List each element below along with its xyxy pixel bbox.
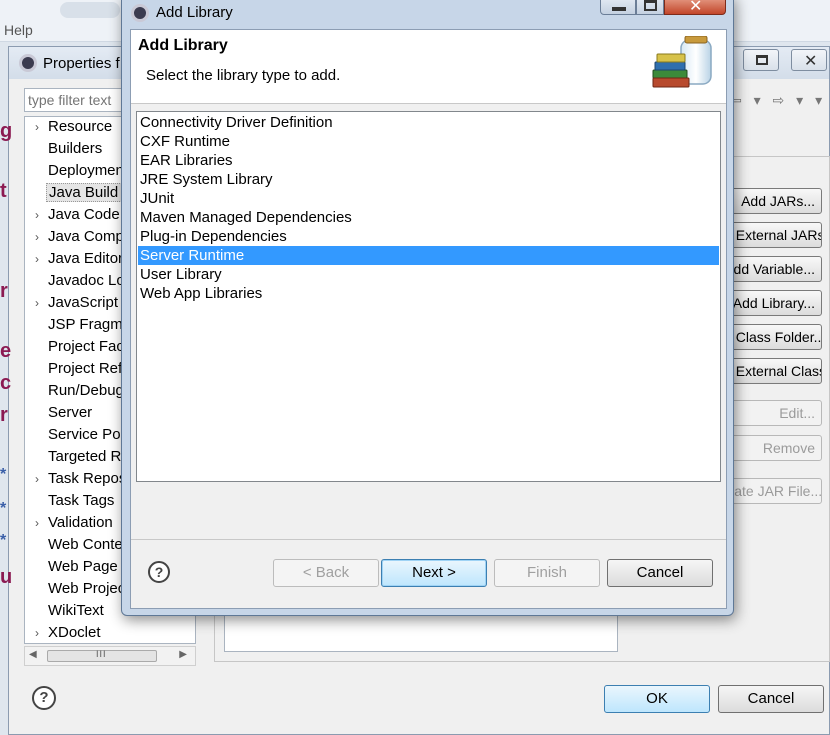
expand-arrow-icon[interactable]: › xyxy=(35,230,39,244)
dialog-maximize-button[interactable] xyxy=(636,0,664,15)
tree-item-label: Resource xyxy=(48,118,113,135)
tree-item-label: Java Editor xyxy=(48,250,124,267)
library-list-item[interactable]: Server Runtime xyxy=(138,246,719,265)
library-list-item[interactable]: EAR Libraries xyxy=(138,151,719,170)
library-list-item[interactable]: CXF Runtime xyxy=(138,132,719,151)
edge-glyph: r xyxy=(0,280,8,302)
help-question-icon[interactable]: ? xyxy=(148,561,170,583)
tree-item-label: Builders xyxy=(48,140,103,157)
eclipse-icon xyxy=(131,4,149,22)
expand-arrow-icon[interactable]: › xyxy=(35,252,39,266)
library-jar-books-icon xyxy=(652,36,712,88)
dialog-minimize-button[interactable] xyxy=(600,0,636,15)
eclipse-icon xyxy=(19,54,37,72)
expand-arrow-icon[interactable]: › xyxy=(35,296,39,310)
cancel-button[interactable]: Cancel xyxy=(607,559,713,587)
edge-glyph: g xyxy=(0,120,13,142)
scroll-right-icon[interactable]: ▶ xyxy=(179,649,187,660)
scroll-thumb[interactable]: III xyxy=(47,649,157,662)
library-list-item[interactable]: JRE System Library xyxy=(138,170,719,189)
library-list-item[interactable]: Connectivity Driver Definition xyxy=(138,113,719,132)
edge-glyph: * xyxy=(0,532,7,549)
close-icon: ✕ xyxy=(804,53,818,70)
properties-close-button[interactable]: ✕ xyxy=(791,49,827,71)
tree-item-label: Validation xyxy=(48,514,113,531)
dialog-body: Add Library Select the library type to a… xyxy=(130,29,727,609)
edge-glyph: r xyxy=(0,404,8,426)
navigation-arrows[interactable]: ⇦ ▾ ⇨ ▾ ▾ xyxy=(730,92,826,109)
close-icon: ✕ xyxy=(689,0,703,15)
edge-glyph: * xyxy=(0,500,7,517)
edge-glyph: t xyxy=(0,180,7,202)
tree-item-label: Deployment xyxy=(48,162,129,179)
tree-horizontal-scrollbar[interactable]: ◀ III ▶ xyxy=(24,646,196,666)
expand-arrow-icon[interactable]: › xyxy=(35,472,39,486)
edge-glyph: e xyxy=(0,340,12,362)
library-list-item[interactable]: Web App Libraries xyxy=(138,284,719,303)
dialog-subheading: Select the library type to add. xyxy=(146,67,341,84)
tree-item-label: Task Tags xyxy=(48,492,115,509)
properties-cancel-button[interactable]: Cancel xyxy=(718,685,824,713)
dialog-close-button[interactable]: ✕ xyxy=(664,0,726,15)
library-list-item[interactable]: JUnit xyxy=(138,189,719,208)
next-button[interactable]: Next > xyxy=(381,559,487,587)
details-box xyxy=(224,614,618,652)
background-left-edge-glyphs: g t r e c r * * * u xyxy=(0,100,14,720)
library-list-item[interactable]: Maven Managed Dependencies xyxy=(138,208,719,227)
scroll-left-icon[interactable]: ◀ xyxy=(29,649,37,660)
tree-item[interactable]: › XDoclet xyxy=(25,623,195,643)
edge-glyph: c xyxy=(0,372,12,394)
maximize-icon xyxy=(756,55,768,65)
expand-arrow-icon[interactable]: › xyxy=(35,120,39,134)
dialog-titlebar[interactable]: Add Library ✕ xyxy=(122,0,733,25)
maximize-icon xyxy=(644,0,657,11)
library-list-item[interactable]: User Library xyxy=(138,265,719,284)
expand-arrow-icon[interactable]: › xyxy=(35,208,39,222)
dialog-title: Add Library xyxy=(156,4,233,21)
library-list-item[interactable]: Plug-in Dependencies xyxy=(138,227,719,246)
properties-window-title: Properties f xyxy=(43,55,120,72)
menu-help[interactable]: Help xyxy=(4,22,33,38)
tree-item-label: WikiText xyxy=(48,602,104,619)
scroll-thumb-grip: III xyxy=(96,649,107,659)
tree-item-label: JavaScript xyxy=(48,294,119,311)
edge-glyph: * xyxy=(0,466,7,483)
expand-arrow-icon[interactable]: › xyxy=(35,626,39,640)
dialog-heading: Add Library xyxy=(138,37,228,54)
menubar-ghost-shape xyxy=(60,2,120,18)
edge-glyph: u xyxy=(0,566,13,588)
dialog-separator xyxy=(131,539,726,540)
minimize-icon xyxy=(612,7,626,11)
dialog-header: Add Library Select the library type to a… xyxy=(131,30,726,104)
finish-button[interactable]: Finish xyxy=(494,559,600,587)
back-button[interactable]: < Back xyxy=(273,559,379,587)
properties-maximize-button[interactable] xyxy=(743,49,779,71)
library-type-list[interactable]: Connectivity Driver Definition CXF Runtim… xyxy=(136,111,721,482)
properties-ok-button[interactable]: OK xyxy=(604,685,710,713)
add-library-dialog: Add Library ✕ Add Library Select the lib… xyxy=(121,0,734,616)
expand-arrow-icon[interactable]: › xyxy=(35,516,39,530)
tree-item-label: XDoclet xyxy=(48,624,101,641)
tree-item-label: Server xyxy=(48,404,93,421)
properties-help-icon[interactable]: ? xyxy=(32,686,56,710)
